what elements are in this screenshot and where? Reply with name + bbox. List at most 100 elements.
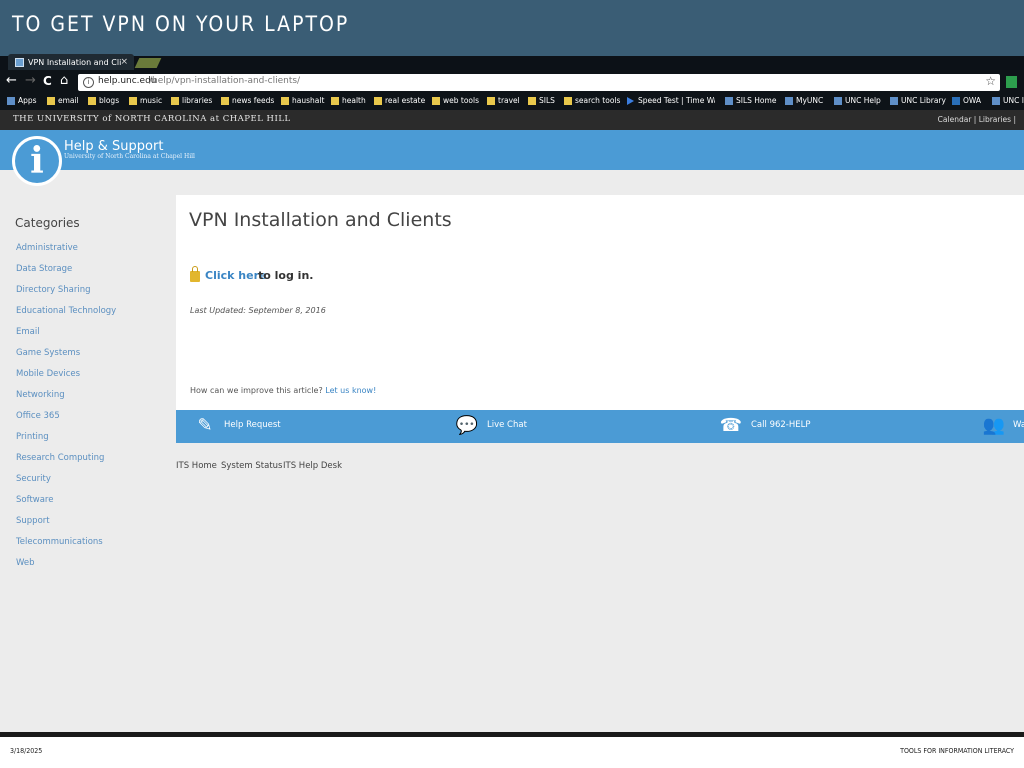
bookmark-news-feeds[interactable]: news feeds — [221, 95, 274, 107]
folder-icon — [331, 97, 339, 105]
bookmark-search-tools[interactable]: search tools — [564, 95, 620, 107]
category-link[interactable]: Office 365 — [16, 411, 60, 421]
last-updated: Last Updated: September 8, 2016 — [190, 306, 326, 315]
bookmark-blogs[interactable]: blogs — [88, 95, 119, 107]
bookmark-speed-test[interactable]: Speed Test | Time Wa — [627, 95, 715, 107]
favicon-icon — [15, 58, 24, 67]
folder-icon — [171, 97, 179, 105]
slide-title: TO GET VPN ON YOUR LAPTOP — [12, 12, 350, 36]
star-icon[interactable]: ☆ — [985, 74, 996, 88]
article-title: VPN Installation and Clients — [189, 209, 452, 231]
footer-link[interactable]: ITS Home — [176, 461, 217, 471]
bookmark-haushalt[interactable]: haushalt — [281, 95, 324, 107]
footer-link[interactable]: ITS Help Desk — [283, 461, 342, 471]
walk-in-button[interactable]: Wa — [1013, 420, 1024, 430]
site-icon — [785, 97, 793, 105]
folder-icon — [374, 97, 382, 105]
folder-icon — [88, 97, 96, 105]
info-logo-icon[interactable]: i — [12, 136, 62, 186]
folder-icon — [221, 97, 229, 105]
category-link[interactable]: Mobile Devices — [16, 369, 80, 379]
footer-link[interactable]: System Status — [221, 461, 282, 471]
folder-icon — [47, 97, 55, 105]
feedback-prompt: How can we improve this article? Let us … — [190, 386, 377, 395]
category-link[interactable]: Web — [16, 558, 35, 568]
new-tab-button[interactable] — [134, 58, 162, 68]
info-icon[interactable]: i — [83, 77, 94, 88]
apps-icon — [7, 97, 15, 105]
bookmark-real-estate[interactable]: real estate — [374, 95, 425, 107]
tab-title: VPN Installation and Cli — [28, 58, 122, 67]
site-subtitle: University of North Carolina at Chapel H… — [64, 153, 195, 160]
forward-icon[interactable]: → — [25, 73, 36, 89]
url-path: /help/vpn-installation-and-clients/ — [149, 76, 301, 86]
folder-icon — [487, 97, 495, 105]
bookmark-apps[interactable]: Apps — [7, 95, 37, 107]
folder-icon — [281, 97, 289, 105]
bookmark-email[interactable]: email — [47, 95, 79, 107]
slide: TO GET VPN ON YOUR LAPTOP VPN Installati… — [0, 0, 1024, 768]
bookmark-sils[interactable]: SILS — [528, 95, 555, 107]
bookmark-unc-help[interactable]: UNC Help — [834, 95, 881, 107]
bookmark-libraries[interactable]: libraries — [171, 95, 212, 107]
slide-footer-text: TOOLS FOR INFORMATION LITERACY — [900, 747, 1014, 755]
site-title[interactable]: Help & Support — [64, 139, 163, 154]
bookmark-health[interactable]: health — [331, 95, 366, 107]
chat-icon[interactable]: 💬 — [455, 414, 479, 438]
folder-icon — [564, 97, 572, 105]
help-request-button[interactable]: Help Request — [224, 420, 281, 430]
bookmark-unc-truncated[interactable]: UNC I — [992, 95, 1024, 107]
lock-icon — [190, 266, 200, 282]
slide-date: 3/18/2025 — [10, 747, 43, 755]
feedback-link[interactable]: Let us know! — [325, 386, 376, 395]
category-link[interactable]: Email — [16, 327, 40, 337]
category-link[interactable]: Support — [16, 516, 50, 526]
top-links[interactable]: Calendar | Libraries | — [938, 115, 1016, 124]
category-link[interactable]: Directory Sharing — [16, 285, 91, 295]
folder-icon — [528, 97, 536, 105]
bookmark-web-tools[interactable]: web tools — [432, 95, 479, 107]
browser-tab[interactable]: VPN Installation and Cli × — [8, 54, 134, 71]
bookmark-music[interactable]: music — [129, 95, 162, 107]
login-text: to log in. — [258, 269, 314, 282]
address-bar[interactable]: i help.unc.edu /help/vpn-installation-an… — [78, 74, 1000, 91]
reload-icon[interactable]: C — [43, 73, 52, 89]
site-icon — [725, 97, 733, 105]
pencil-icon[interactable]: ✎ — [193, 414, 217, 438]
category-link[interactable]: Research Computing — [16, 453, 104, 463]
live-chat-button[interactable]: Live Chat — [487, 420, 527, 430]
category-link[interactable]: Networking — [16, 390, 65, 400]
site-icon — [834, 97, 842, 105]
bookmark-sils-home[interactable]: SILS Home — [725, 95, 776, 107]
taskbar-strip — [0, 732, 1024, 737]
category-link[interactable]: Game Systems — [16, 348, 80, 358]
folder-icon — [129, 97, 137, 105]
call-button[interactable]: Call 962-HELP — [751, 420, 810, 430]
category-link[interactable]: Educational Technology — [16, 306, 116, 316]
home-icon[interactable]: ⌂ — [60, 73, 68, 89]
back-icon[interactable]: ← — [6, 73, 17, 89]
play-icon — [627, 97, 634, 105]
phone-icon[interactable]: ☎ — [719, 414, 743, 438]
folder-icon — [432, 97, 440, 105]
site-icon — [992, 97, 1000, 105]
category-link[interactable]: Security — [16, 474, 51, 484]
categories-heading: Categories — [15, 216, 80, 230]
bookmark-myunc[interactable]: MyUNC — [785, 95, 823, 107]
people-icon[interactable]: 👥 — [982, 414, 1006, 438]
bookmark-unc-library[interactable]: UNC Library — [890, 95, 946, 107]
university-name[interactable]: THE UNIVERSITY of NORTH CAROLINA at CHAP… — [13, 114, 291, 124]
category-link[interactable]: Data Storage — [16, 264, 72, 274]
bookmark-travel[interactable]: travel — [487, 95, 520, 107]
category-link[interactable]: Printing — [16, 432, 49, 442]
category-link[interactable]: Administrative — [16, 243, 78, 253]
category-link[interactable]: Telecommunications — [16, 537, 103, 547]
bookmark-owa[interactable]: OWA — [952, 95, 981, 107]
extension-icon[interactable] — [1006, 76, 1017, 88]
category-link[interactable]: Software — [16, 495, 53, 505]
outlook-icon — [952, 97, 960, 105]
close-icon[interactable]: × — [120, 54, 128, 71]
url-host: help.unc.edu — [98, 76, 157, 86]
site-icon — [890, 97, 898, 105]
action-bar — [176, 410, 1024, 443]
